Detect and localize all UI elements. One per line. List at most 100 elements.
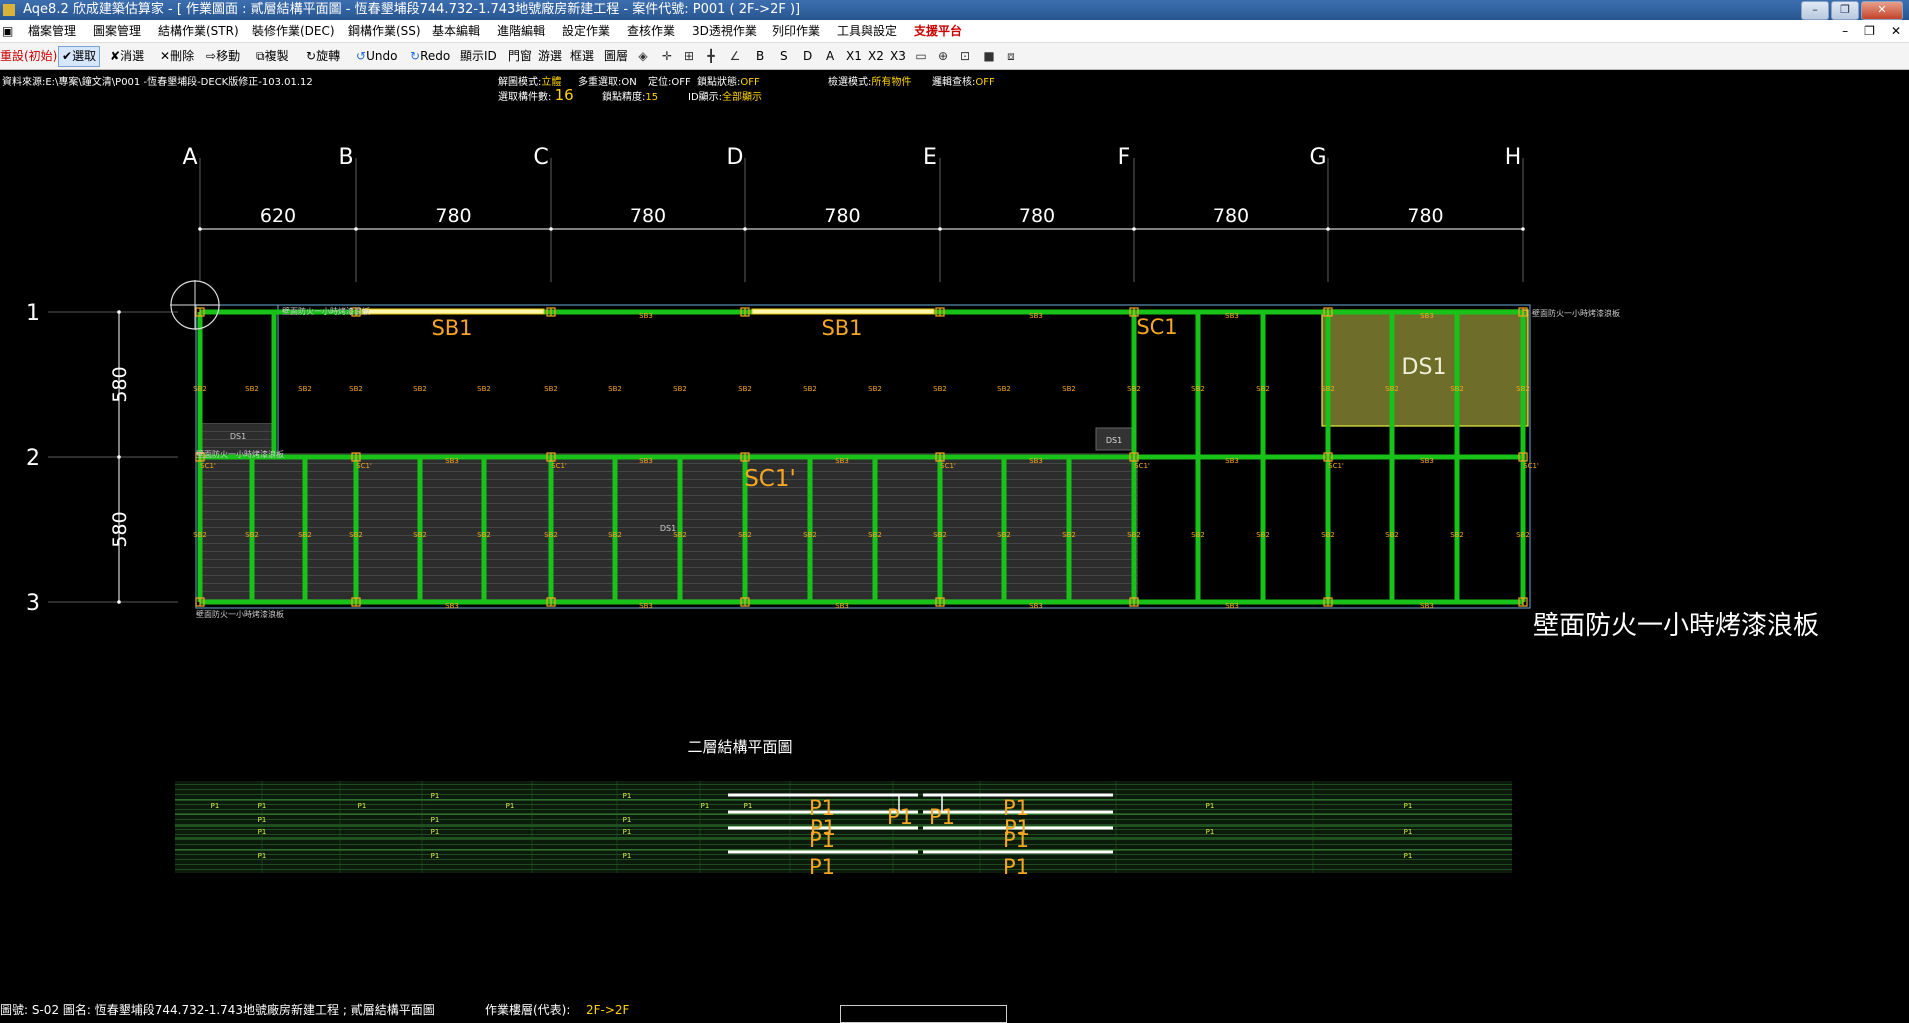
p1-small-label: P1 [431, 816, 440, 824]
window-icon[interactable]: ▭ [914, 49, 928, 63]
redo-label: Redo [420, 49, 451, 63]
mdi-restore-button[interactable]: ❐ [1864, 20, 1875, 42]
undo-label: Undo [366, 49, 398, 63]
p1-small-label: P1 [623, 828, 632, 836]
p1-small-label: P1 [431, 792, 440, 800]
sc1-small-label: SC1' [940, 462, 956, 470]
menu-decoration[interactable]: 裝修作業(DEC) [252, 20, 335, 42]
crosshair-icon[interactable]: ✛ [660, 49, 674, 63]
sb2-label: SB2 [477, 385, 491, 393]
sb2-label: SB2 [477, 531, 491, 539]
p1-small-label: P1 [1404, 828, 1413, 836]
s-button[interactable]: S [780, 43, 788, 69]
zoom-extent-icon[interactable]: ⊡ [958, 49, 972, 63]
snap-grid-icon[interactable]: ⊞ [682, 49, 696, 63]
show-id-button[interactable]: 顯示ID [460, 43, 497, 69]
zoom-in-icon[interactable]: ⊕ [936, 49, 950, 63]
sb2-label: SB2 [997, 531, 1011, 539]
p1-small-label: P1 [431, 852, 440, 860]
sb2-label: SB2 [1127, 385, 1141, 393]
sb2-label: SB2 [933, 385, 947, 393]
delete-button[interactable]: ✕刪除 [160, 43, 194, 69]
menu-support[interactable]: 支援平台 [914, 20, 962, 42]
menu-steel[interactable]: 鋼構作業(SS) [348, 20, 421, 42]
axis-icon[interactable]: ╋ [704, 49, 718, 63]
restore-button[interactable]: ❐ [1831, 1, 1859, 20]
redo-button[interactable]: ↻Redo [410, 43, 450, 69]
dimension-label-col: 780 [1407, 205, 1443, 227]
p1-big-label: P1 [929, 805, 955, 829]
sb2-label: SB2 [349, 531, 363, 539]
x3-button[interactable]: X3 [890, 43, 906, 69]
p1-small-label: P1 [258, 816, 267, 824]
sb3-label: SB3 [1420, 602, 1434, 610]
p1-small-label: P1 [1404, 802, 1413, 810]
mdi-minimize-button[interactable]: – [1842, 20, 1848, 42]
grid-col-label: H [1505, 145, 1522, 170]
menu-advanced-edit[interactable]: 進階編輯 [497, 20, 545, 42]
command-input[interactable] [840, 1005, 1007, 1023]
window-title: Aqe8.2 欣成建築估算家 - [ 作業圖面 : 貳層結構平面圖 - 恆春墾埔… [23, 2, 801, 17]
menu-3d-view[interactable]: 3D透視作業 [692, 20, 757, 42]
select-button[interactable]: ✔選取 [58, 46, 101, 67]
sb2-label: SB2 [1450, 531, 1464, 539]
sb1-beam-highlight[interactable] [361, 308, 545, 315]
sc1-small-label: SC1' [200, 462, 216, 470]
menu-file[interactable]: 檔案管理 [28, 20, 76, 42]
wander-select-button[interactable]: 游選 [538, 43, 562, 69]
deselect-button[interactable]: ✘消選 [110, 43, 144, 69]
menu-check[interactable]: 查核作業 [627, 20, 675, 42]
menu-tools[interactable]: 工具與設定 [837, 20, 897, 42]
drawing-canvas[interactable]: A B C D E F G H123 620 780 780 780 780 780 780580580 … [0, 70, 1909, 1000]
sb3-label: SB3 [639, 312, 653, 320]
p1-small-label: P1 [506, 802, 515, 810]
p1-small-label: P1 [1206, 802, 1215, 810]
dimension-label-row: 580 [109, 366, 131, 402]
p1-small-label: P1 [744, 802, 753, 810]
rectangle-icon[interactable]: ■ [982, 49, 996, 63]
p1-small-label: P1 [258, 852, 267, 860]
sb2-label: SB2 [298, 531, 312, 539]
copy-label: 複製 [264, 49, 289, 63]
d-button[interactable]: D [803, 43, 812, 69]
p1-small-label: P1 [623, 816, 632, 824]
ds1-left-label: DS1 [230, 432, 246, 441]
export-icon[interactable]: ⧈ [1004, 49, 1018, 63]
copy-button[interactable]: ⧉複製 [256, 43, 289, 69]
mdi-close-button[interactable]: ✕ [1891, 20, 1901, 42]
door-window-button[interactable]: 門窗 [508, 43, 532, 69]
x1-button[interactable]: X1 [846, 43, 862, 69]
menu-print[interactable]: 列印作業 [772, 20, 820, 42]
reset-button[interactable]: 重設(初始) [0, 43, 57, 69]
dimension-label-col: 780 [824, 205, 860, 227]
p1-small-label: P1 [258, 802, 267, 810]
box-select-button[interactable]: 框選 [570, 43, 594, 69]
dimension-label-col: 780 [435, 205, 471, 227]
sb2-label: SB2 [673, 385, 687, 393]
sb3-label: SB3 [1420, 457, 1434, 465]
move-button[interactable]: ⇨移動 [206, 43, 240, 69]
undo-button[interactable]: ↺Undo [356, 43, 397, 69]
menu-app-icon[interactable]: ▣ [2, 20, 13, 42]
sb3-label: SB3 [835, 457, 849, 465]
rotate-button[interactable]: ↻旋轉 [306, 43, 340, 69]
a-button[interactable]: A [826, 43, 834, 69]
angle-icon[interactable]: ∠ [728, 49, 742, 63]
sb2-label: SB2 [544, 385, 558, 393]
sb2-label: SB2 [1385, 531, 1399, 539]
dimension-tick [938, 227, 942, 231]
grid-col-label: E [923, 145, 937, 170]
menu-structure[interactable]: 結構作業(STR) [158, 20, 239, 42]
sb1-beam-highlight-2[interactable] [751, 308, 935, 315]
menu-basic-edit[interactable]: 基本編輯 [432, 20, 480, 42]
eye-icon[interactable]: ◈ [636, 49, 650, 63]
menu-settings[interactable]: 設定作業 [562, 20, 610, 42]
dimension-label-col: 780 [1213, 205, 1249, 227]
minimize-button[interactable]: – [1801, 1, 1829, 20]
menu-graphics[interactable]: 圖案管理 [93, 20, 141, 42]
x2-button[interactable]: X2 [868, 43, 884, 69]
wall-note-label: 壁面防火一小時烤漆浪板 [1533, 611, 1819, 641]
b-button[interactable]: B [756, 43, 764, 69]
layer-button[interactable]: 圖層 [604, 43, 628, 69]
close-button[interactable]: ✕ [1861, 1, 1903, 20]
